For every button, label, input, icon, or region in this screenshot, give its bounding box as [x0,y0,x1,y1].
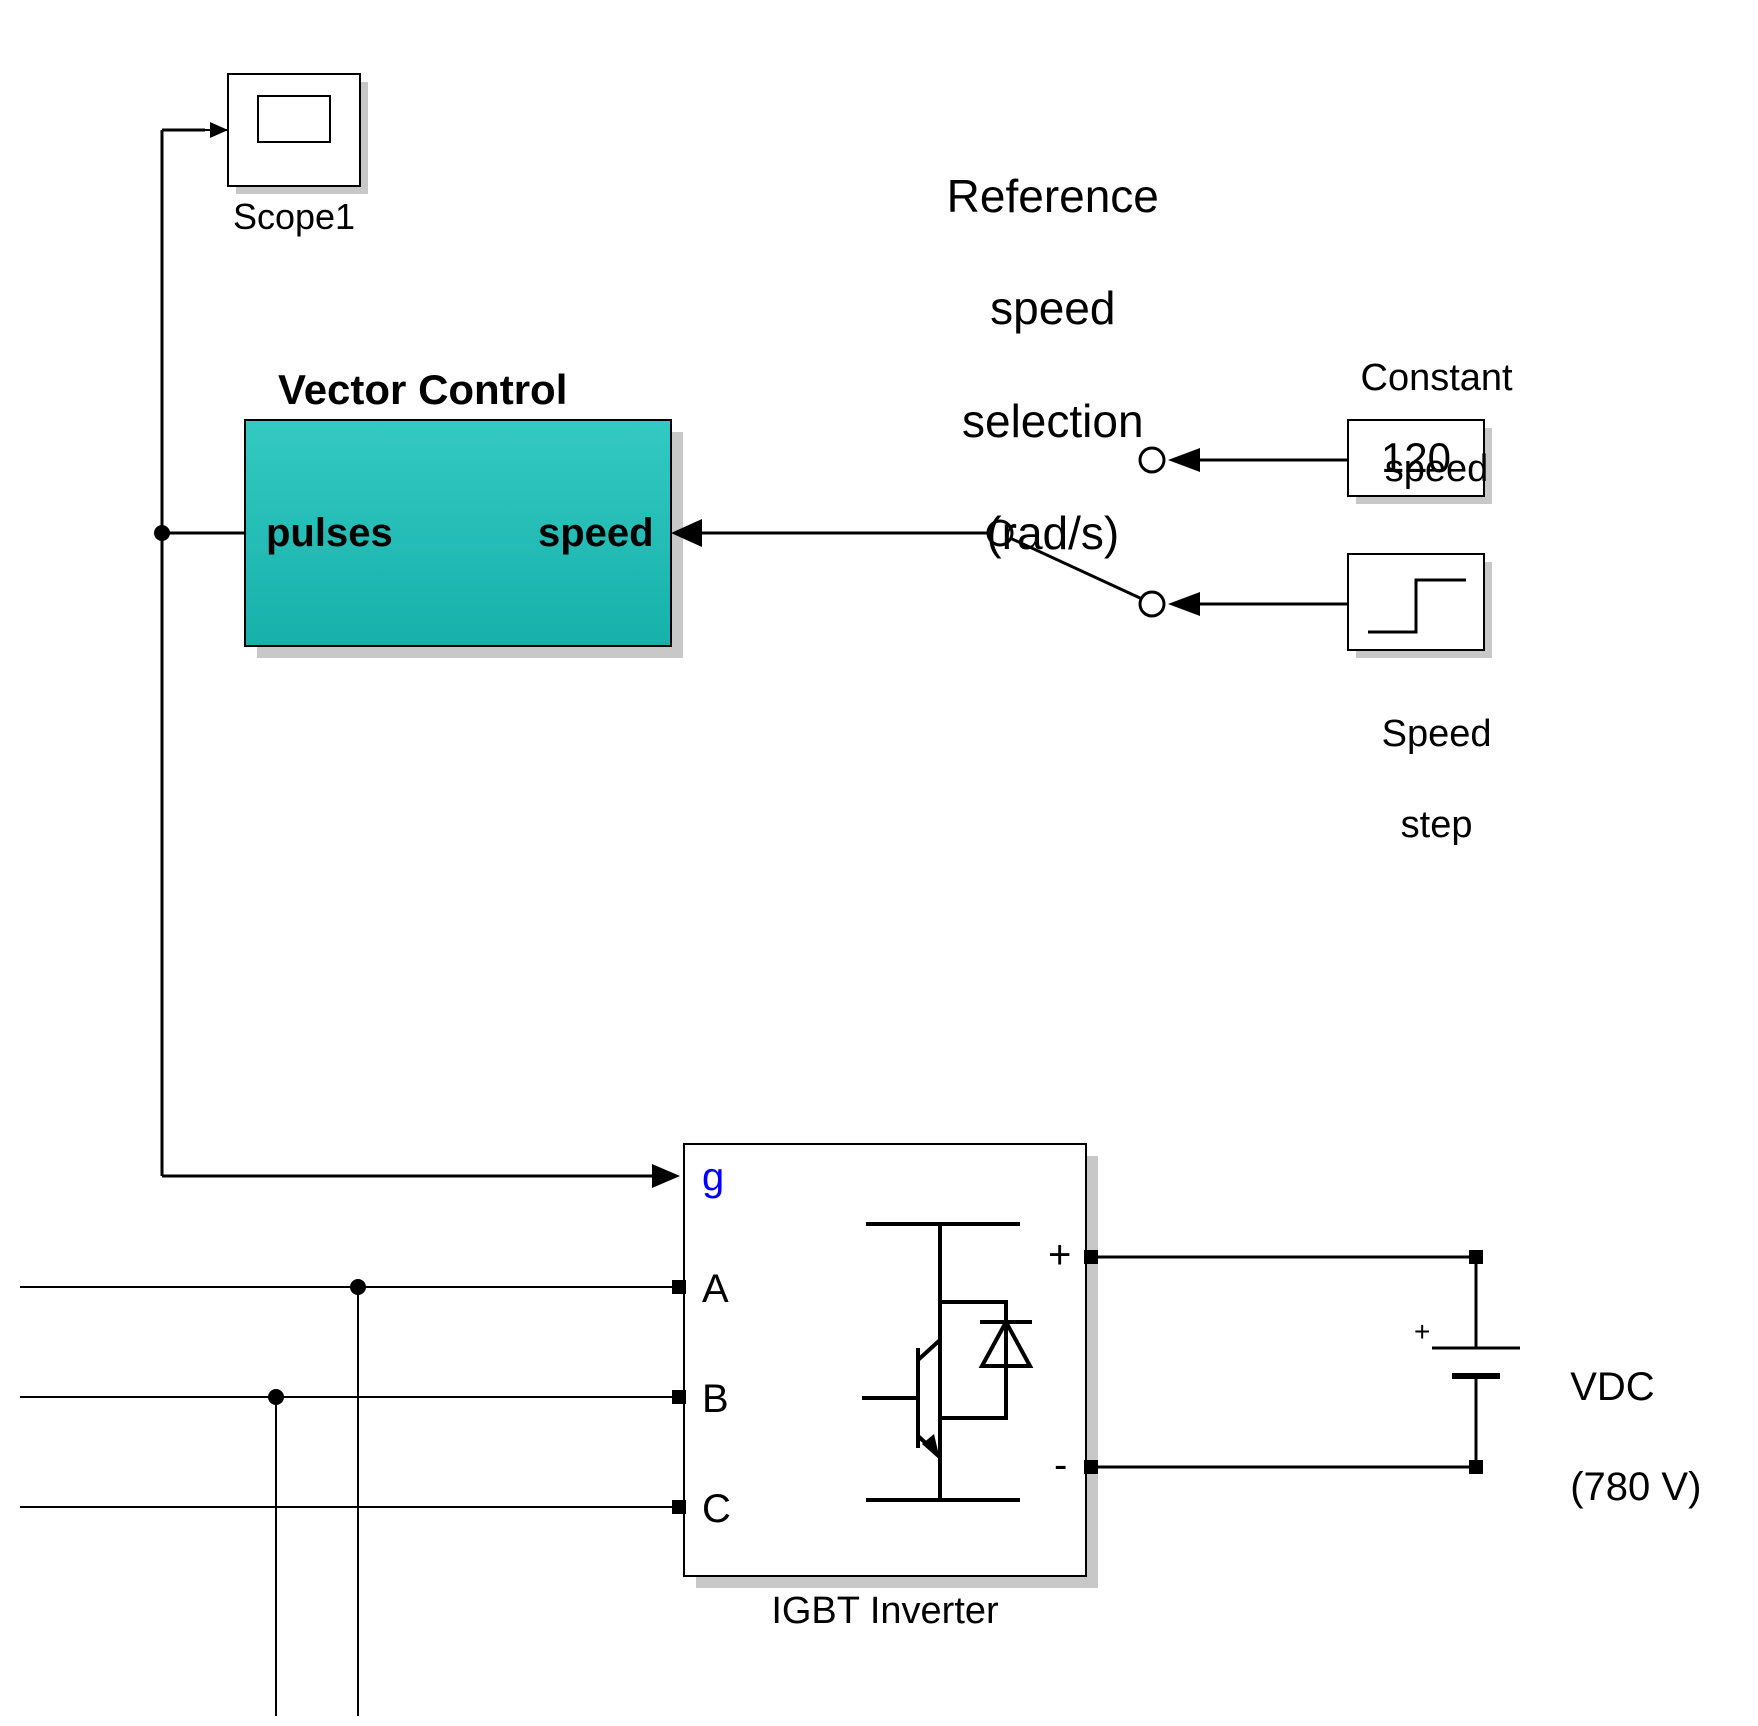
inverter-port-g: g [702,1154,724,1200]
speed-step-label: Speed step [1336,666,1516,848]
scope1-input-arrow [205,122,228,138]
inverter-port-plus: + [1048,1232,1071,1278]
vector-control-title: Vector Control [278,366,567,414]
scope1-block[interactable] [228,74,368,194]
wire-pulses-bus [154,130,680,1188]
reference-speed-title: Reference speed selection (rad/s) [840,112,1240,561]
ref-line4: (rad/s) [986,507,1119,559]
inverter-label: IGBT Inverter [684,1590,1086,1634]
vdc-line2: (780 V) [1570,1465,1701,1509]
switch-lower-terminal [1140,592,1164,616]
speed-step-block[interactable] [1348,554,1492,658]
vdc-plus-mark: + [1414,1316,1430,1348]
inverter-port-b: B [702,1376,729,1422]
igbt-inverter-block[interactable] [684,1144,1098,1588]
wire-dc-plus [1098,1250,1483,1318]
vdc-label: VDC (780 V) [1548,1312,1701,1512]
vector-control-pulses-port: pulses [266,510,393,556]
inverter-port-minus: - [1054,1442,1067,1488]
step-line2: step [1401,804,1473,846]
inverter-port-c: C [702,1486,731,1532]
step-line1: Speed [1382,713,1492,755]
ref-line1: Reference [947,170,1159,222]
constant-speed-value: 120 [1348,434,1484,482]
vector-control-speed-port: speed [538,510,654,556]
scope1-label: Scope1 [228,196,360,237]
phase-taps [268,1279,366,1716]
inverter-port-a: A [702,1266,729,1312]
diagram-canvas: Scope1 Vector Control pulses speed Refer… [0,0,1758,1726]
ref-line3: selection [962,395,1144,447]
wire-step-to-switch [1168,592,1348,616]
wire-dc-minus [1098,1406,1483,1474]
vdc-source[interactable] [1432,1318,1520,1406]
constant-line1: Constant [1361,357,1513,399]
vdc-line1: VDC [1570,1365,1654,1409]
ref-line2: speed [990,282,1115,334]
